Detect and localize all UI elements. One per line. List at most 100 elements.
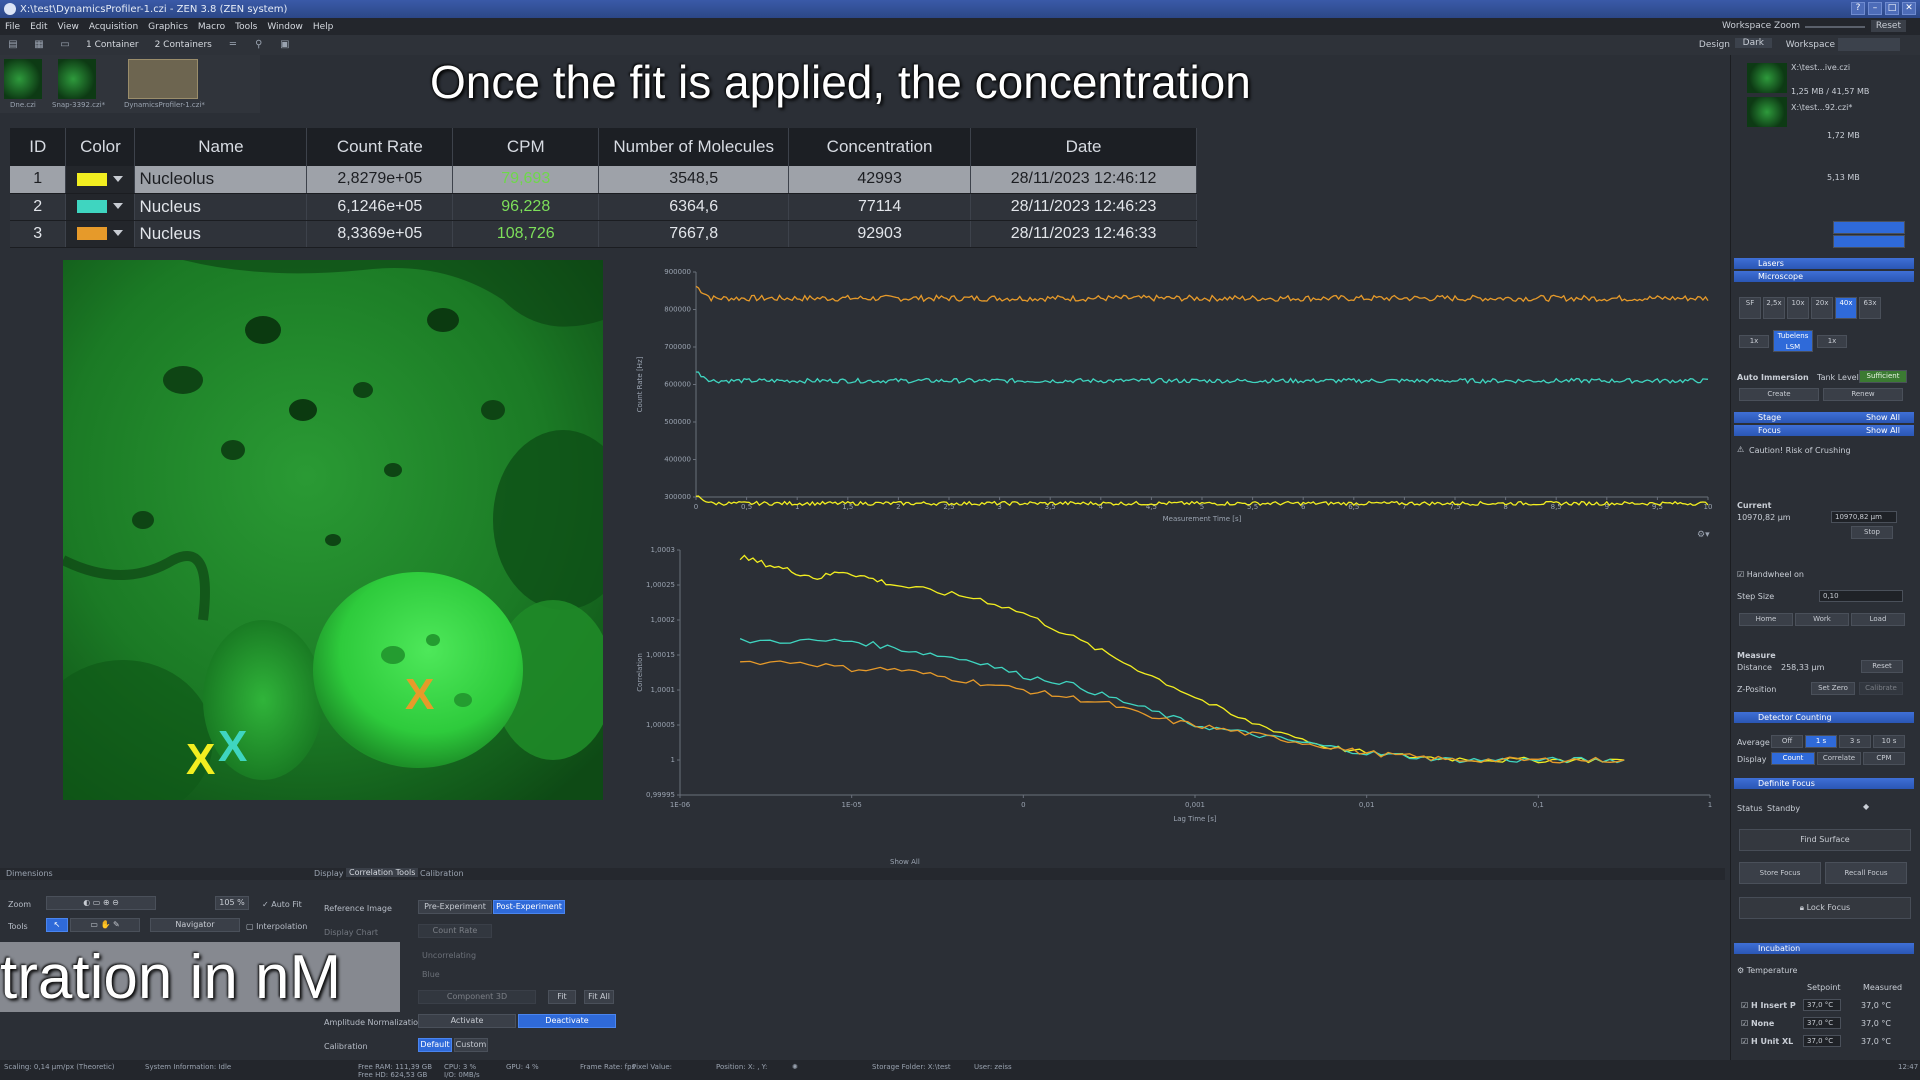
menu-help[interactable]: Help	[308, 22, 339, 32]
store-focus-button[interactable]: Store Focus	[1739, 862, 1821, 884]
temp-setpoint-field[interactable]: 37,0 °C	[1803, 1017, 1841, 1029]
column-header-id[interactable]: ID	[10, 128, 67, 166]
zoom-field[interactable]: 105 %	[215, 896, 249, 910]
average-10s-button[interactable]: 10 s	[1873, 735, 1905, 748]
objective-10x[interactable]: 10x	[1787, 297, 1809, 319]
column-header-concentration[interactable]: Concentration	[788, 128, 972, 166]
drawing-tools[interactable]: ▭ ✋ ✎	[70, 918, 140, 932]
chevron-down-icon[interactable]	[113, 203, 124, 210]
menu-edit[interactable]: Edit	[25, 22, 52, 32]
activate-button[interactable]: Activate	[418, 1014, 516, 1028]
reset-distance-button[interactable]: Reset	[1861, 660, 1903, 673]
auto-fit-checkbox[interactable]: ✓ Auto Fit	[262, 900, 302, 909]
optovar-1x-alt-button[interactable]: 1x	[1817, 335, 1847, 348]
find-surface-button[interactable]: Find Surface	[1739, 829, 1911, 851]
objective-20x[interactable]: 20x	[1811, 297, 1833, 319]
microscope-section-header[interactable]: Microscope	[1734, 271, 1914, 282]
menu-macro[interactable]: Macro	[193, 22, 230, 32]
thumbnail-1[interactable]	[4, 59, 42, 99]
measurement-marker-2[interactable]: X	[218, 722, 247, 772]
stage-section-header[interactable]: Stage Show All	[1734, 412, 1914, 423]
fit-all-button[interactable]: Fit All	[584, 990, 614, 1004]
home-button[interactable]: Home	[1739, 613, 1793, 626]
column-header-count-rate[interactable]: Count Rate	[306, 128, 454, 166]
chevron-down-icon[interactable]	[113, 176, 124, 183]
pin-icon[interactable]: ⚲	[252, 39, 266, 51]
create-immersion-button[interactable]: Create	[1739, 388, 1819, 401]
open-icon[interactable]: ▤	[6, 39, 20, 51]
temp-channel-2[interactable]: ☑ None	[1741, 1019, 1774, 1028]
work-button[interactable]: Work	[1795, 613, 1849, 626]
column-header-color[interactable]: Color	[65, 128, 136, 166]
temp-setpoint-field[interactable]: 37,0 °C	[1803, 1035, 1841, 1047]
design-dropdown[interactable]: Dark	[1734, 38, 1772, 48]
objective-40x[interactable]: 40x	[1835, 297, 1857, 319]
fit-model-dropdown[interactable]: Component 3D	[418, 990, 536, 1004]
display-cpm-button[interactable]: CPM	[1863, 752, 1905, 765]
temp-channel-3[interactable]: ☑ H Unit XL	[1741, 1037, 1793, 1046]
thumbnail-2[interactable]	[58, 59, 96, 99]
count-rate-chart[interactable]: 300000 400000 500000 600000 700000 800000 9000…	[630, 262, 1720, 522]
renew-immersion-button[interactable]: Renew	[1823, 388, 1903, 401]
tubelens-lsm-button[interactable]: Tubelens LSM	[1773, 330, 1813, 352]
uncorrelating-option[interactable]: Uncorrelating	[422, 951, 476, 960]
display-count-button[interactable]: Count	[1771, 752, 1815, 765]
interpolation-checkbox[interactable]: ▢ Interpolation	[246, 922, 307, 931]
calibration-custom-button[interactable]: Custom	[454, 1038, 488, 1052]
navigator-button[interactable]: Navigator	[150, 918, 240, 932]
column-header-name[interactable]: Name	[134, 128, 308, 166]
menu-acquisition[interactable]: Acquisition	[84, 22, 143, 32]
objective-2-5x[interactable]: 2,5x	[1763, 297, 1785, 319]
table-row[interactable]: 3 Nucleus 8,3369e+05 108,726 7667,8 9290…	[10, 220, 1197, 248]
panel-action-button[interactable]	[1833, 221, 1905, 234]
tab-dimensions[interactable]: Dimensions	[6, 869, 53, 878]
temp-setpoint-field[interactable]: 37,0 °C	[1803, 999, 1841, 1011]
menu-file[interactable]: File	[0, 22, 25, 32]
average-off-button[interactable]: Off	[1771, 735, 1803, 748]
split-icon[interactable]: ═	[226, 39, 240, 51]
count-rate-button[interactable]: Count Rate	[418, 924, 492, 938]
layout-icon[interactable]: ▭	[58, 39, 72, 51]
set-zero-button[interactable]: Set Zero	[1811, 682, 1855, 695]
show-all-toggle[interactable]: Show All	[890, 858, 920, 866]
workspace-zoom-slider[interactable]	[1805, 26, 1865, 28]
panel-action-button[interactable]	[1833, 235, 1905, 248]
optovar-1x-button[interactable]: 1x	[1739, 335, 1769, 348]
blue-option[interactable]: Blue	[422, 970, 440, 979]
tab-calibration[interactable]: Calibration	[420, 869, 464, 878]
recall-focus-button[interactable]: Recall Focus	[1825, 862, 1907, 884]
calibrate-button[interactable]: Calibrate	[1859, 682, 1903, 695]
pointer-tool-icon[interactable]: ↖	[46, 918, 68, 932]
workspace-dropdown[interactable]	[1838, 38, 1900, 51]
file-thumbnail[interactable]	[1747, 97, 1787, 127]
save-icon[interactable]: ▦	[32, 39, 46, 51]
display-correlate-button[interactable]: Correlate	[1817, 752, 1861, 765]
two-containers-button[interactable]: 2 Containers	[155, 40, 212, 50]
pre-experiment-button[interactable]: Pre-Experiment	[418, 900, 492, 914]
load-button[interactable]: Load	[1851, 613, 1905, 626]
definite-focus-section-header[interactable]: Definite Focus	[1734, 778, 1914, 789]
cell-color[interactable]	[65, 166, 136, 194]
incubation-section-header[interactable]: Incubation	[1734, 943, 1914, 954]
chevron-down-icon[interactable]	[113, 230, 124, 237]
one-container-button[interactable]: 1 Container	[86, 40, 139, 50]
correlation-chart[interactable]: 0,99995 1 1,00005 1,0001 1,00015 1,0002 1,0002…	[630, 540, 1720, 840]
target-position-field[interactable]: 10970,82 µm	[1831, 511, 1897, 523]
measurement-marker-1[interactable]: X	[186, 735, 215, 785]
lasers-section-header[interactable]: Lasers	[1734, 258, 1914, 269]
column-header-date[interactable]: Date	[970, 128, 1197, 166]
chart-settings-icon[interactable]: ⚙▾	[1697, 530, 1710, 540]
cell-color[interactable]	[65, 193, 136, 221]
workspace-zoom-reset-button[interactable]: Reset	[1870, 20, 1906, 32]
table-row[interactable]: 1 Nucleolus 2,8279e+05 79,693 3548,5 429…	[10, 166, 1197, 194]
table-row[interactable]: 2 Nucleus 6,1246e+05 96,228 6364,6 77114…	[10, 193, 1197, 221]
post-experiment-button[interactable]: Post-Experiment	[493, 900, 565, 914]
tab-display[interactable]: Display	[314, 869, 344, 878]
menu-graphics[interactable]: Graphics	[143, 22, 193, 32]
measurement-marker-3[interactable]: X	[405, 670, 434, 720]
average-1s-button[interactable]: 1 s	[1805, 735, 1837, 748]
focus-section-header[interactable]: Focus Show All	[1734, 425, 1914, 436]
stop-button[interactable]: Stop	[1851, 526, 1893, 539]
calibration-default-button[interactable]: Default	[418, 1038, 452, 1052]
close-icon[interactable]: ✕	[1902, 2, 1916, 15]
